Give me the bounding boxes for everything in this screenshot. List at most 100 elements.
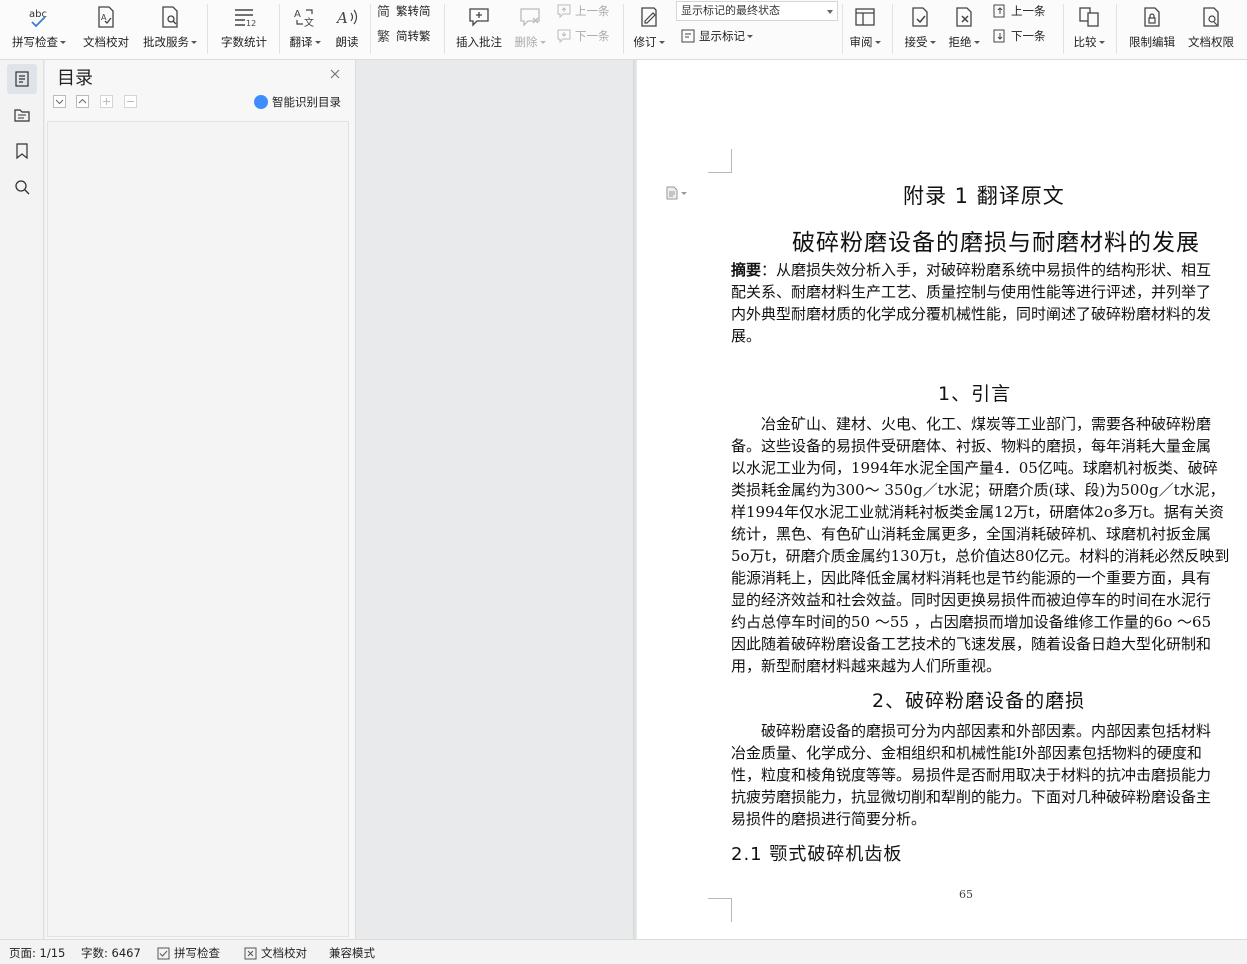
word-count-button[interactable]: 123 字数统计 — [215, 0, 273, 58]
ribbon-separator — [279, 4, 280, 54]
plus-icon — [103, 98, 110, 105]
status-bar: 页面: 1/15 字数: 6467 拼写检查 文档校对 兼容模式 — [0, 939, 1247, 964]
trad-to-simp-button[interactable]: 简 繁转简 — [377, 1, 431, 21]
document-page[interactable]: 附录 1 翻译原文 破碎粉磨设备的磨损与耐磨材料的发展 摘要：从磨损失效分析入手… — [637, 60, 1247, 939]
ribbon-separator — [842, 4, 843, 54]
svg-text:A: A — [101, 13, 107, 22]
collapse-all-button[interactable] — [76, 95, 89, 108]
wear-paragraph: 破碎粉磨设备的磨损可分为内部因素和外部因素。内部因素包括材料 冶金质量、化学成分… — [731, 720, 1247, 830]
prev-change-button[interactable]: 上一条 — [992, 1, 1046, 21]
doc-proofread-button[interactable]: A 文档校对 — [78, 0, 134, 58]
reject-icon — [950, 3, 978, 31]
trad-simp-icon: 简 — [377, 4, 390, 19]
intro-paragraph: 冶金矿山、建材、火电、化工、煤炭等工业部门，需要各种破碎粉磨 备。这些设备的易损… — [731, 413, 1247, 677]
checkbox-x-icon — [244, 947, 257, 959]
word-count-indicator[interactable]: 字数: 6467 — [81, 945, 141, 961]
intro-line: 用，新型耐磨材料越来越为人们所重视。 — [731, 657, 1002, 675]
intro-line: 约占总停车时间的50 ～55 ，占因磨损而增加设备维修工作量的6o ～65 — [731, 613, 1212, 631]
bookmark-icon — [16, 143, 28, 160]
abstract-line: 展。 — [731, 327, 762, 345]
toc-panel: 目录 智能识别目录 — [45, 60, 356, 939]
show-markup-button[interactable]: 显示标记 — [680, 26, 753, 46]
markup-state-select[interactable]: 显示标记的最终状态 — [676, 1, 838, 21]
document-canvas-margin — [357, 60, 635, 939]
trad-to-simp-label: 繁转简 — [396, 4, 431, 18]
svg-text:123: 123 — [246, 19, 256, 28]
toc-icon — [15, 71, 29, 87]
doc-search-icon — [156, 3, 184, 31]
ribbon-separator — [444, 4, 445, 54]
translate-label: 翻译 — [289, 35, 313, 49]
promote-level-button[interactable] — [100, 95, 113, 108]
accept-icon — [906, 3, 934, 31]
toc-list[interactable] — [47, 121, 349, 937]
delete-comment-button[interactable]: 删除 — [510, 0, 550, 58]
status-spell-check[interactable]: 拼写检查 — [157, 945, 220, 961]
read-aloud-button[interactable]: A 朗读 — [329, 0, 365, 58]
review-pane-button[interactable]: 审阅 — [846, 0, 884, 58]
next-change-button[interactable]: 下一条 — [992, 26, 1046, 46]
appendix-title: 附录 1 翻译原文 — [903, 184, 1065, 208]
wear-line: 抗疲劳磨损能力，抗显微切削和犁削的能力。下面对几种破碎粉磨设备主 — [731, 788, 1212, 806]
status-doc-proofread[interactable]: 文档校对 — [244, 945, 307, 961]
abc-spell-icon: abc — [25, 3, 53, 31]
next-change-label: 下一条 — [1011, 29, 1046, 43]
crop-mark-top-left — [708, 149, 732, 173]
chapter-pane-toggle[interactable] — [7, 100, 37, 130]
compare-button[interactable]: 比较 — [1069, 0, 1109, 58]
intro-line: 显的经济效益和社会效益。同时因更换易损件而被迫停车的时间在水泥行 — [731, 591, 1212, 609]
doc-permission-icon — [1197, 3, 1225, 31]
bookmark-pane-toggle[interactable] — [7, 136, 37, 166]
search-icon — [15, 180, 30, 195]
abstract-line: 配关系、耐磨材料生产工艺、质量控制与使用性能等进行评述，并列举了 — [731, 283, 1212, 301]
ai-bubble-icon — [254, 95, 268, 109]
simp-to-trad-label: 简转繁 — [396, 29, 431, 43]
track-changes-button[interactable]: 修订 — [629, 0, 669, 58]
ribbon-separator — [623, 4, 624, 54]
next-comment-label: 下一条 — [575, 29, 610, 43]
accept-change-button[interactable]: 接受 — [900, 0, 940, 58]
svg-text:A: A — [335, 9, 348, 27]
close-icon[interactable] — [328, 67, 342, 81]
intro-line: 能源消耗上，因此降低金属材料消耗也是节约能源的一个重要方面，具有 — [731, 569, 1212, 587]
prev-comment-button[interactable]: 上一条 — [556, 1, 610, 21]
page-indicator[interactable]: 页面: 1/15 — [9, 945, 65, 961]
ribbon-toolbar: abc 拼写检查 A 文档校对 批改服务 123 字数统计 A文 翻译 A 朗读 — [0, 0, 1247, 60]
prev-change-icon — [993, 4, 1005, 18]
toc-pane-toggle[interactable] — [7, 64, 37, 94]
intro-line: 备。这些设备的易损件受研磨体、衬扳、物料的磨损，每年消耗大量金属 — [731, 437, 1212, 455]
simp-to-trad-button[interactable]: 繁 简转繁 — [377, 26, 431, 46]
intro-line: 以水泥工业为伺，1994年水泥全国产量4．05亿吨。球磨机衬板类、破碎 — [731, 459, 1218, 477]
doc-permission-button[interactable]: 文档权限 — [1183, 0, 1239, 58]
ribbon-separator — [892, 4, 893, 54]
reject-change-button[interactable]: 拒绝 — [944, 0, 984, 58]
lock-doc-icon — [1138, 3, 1166, 31]
word-count-icon: 123 — [230, 3, 258, 31]
search-pane-toggle[interactable] — [7, 172, 37, 202]
minus-icon — [127, 101, 134, 102]
svg-text:繁: 繁 — [377, 29, 390, 44]
next-comment-button[interactable]: 下一条 — [556, 26, 610, 46]
accept-label: 接受 — [904, 35, 928, 49]
demote-level-button[interactable] — [124, 95, 137, 108]
delete-label: 删除 — [514, 35, 538, 49]
intro-line: 样1994年仅水泥工业就消耗衬板类金属12万t，研磨体2o多万t。据有关资 — [731, 503, 1224, 521]
abstract-label: 摘要 — [731, 261, 762, 279]
prev-comment-icon — [557, 4, 571, 19]
doc-proofread-label: 文档校对 — [83, 35, 129, 49]
review-service-button[interactable]: 批改服务 — [139, 0, 201, 58]
translate-button[interactable]: A文 翻译 — [285, 0, 325, 58]
document-title: 破碎粉磨设备的磨损与耐磨材料的发展 — [792, 230, 1200, 256]
track-changes-icon — [635, 3, 663, 31]
spell-check-button[interactable]: abc 拼写检查 — [8, 0, 70, 58]
compare-label: 比较 — [1073, 35, 1097, 49]
expand-all-button[interactable] — [53, 95, 66, 108]
smart-toc-button[interactable]: 智能识别目录 — [254, 94, 341, 110]
restrict-edit-button[interactable]: 限制编辑 — [1124, 0, 1180, 58]
page-number: 65 — [959, 888, 973, 901]
compat-mode-label: 兼容模式 — [329, 946, 375, 960]
paragraph-menu-button[interactable] — [665, 186, 687, 200]
insert-comment-button[interactable]: 插入批注 — [451, 0, 507, 58]
word-count-indicator-label: 字数: 6467 — [81, 946, 141, 960]
intro-line: 类损耗金属约为300～ 350g／t水泥；研磨介质(球、段)为500g／t水泥， — [731, 481, 1225, 499]
